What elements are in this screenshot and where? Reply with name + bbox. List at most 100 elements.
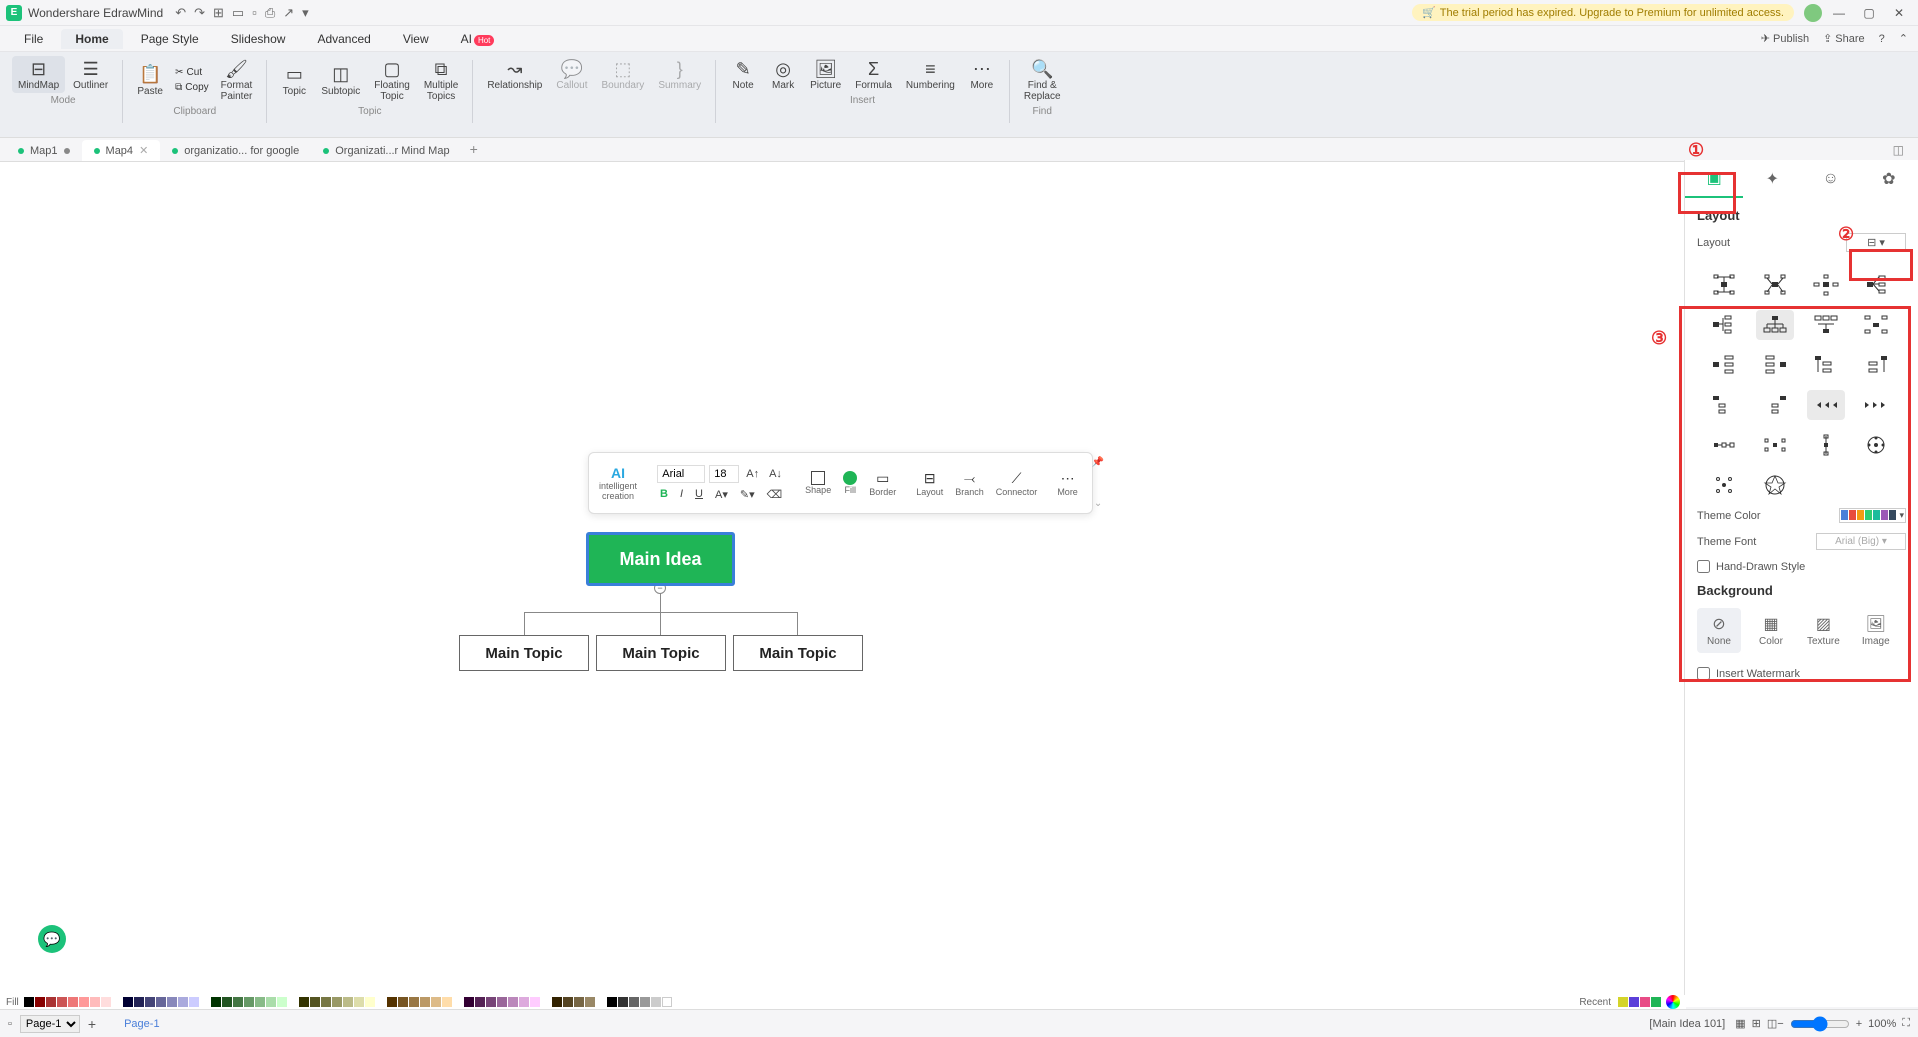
publish-button[interactable]: ✈ Publish [1761, 32, 1809, 45]
export-icon[interactable]: ↗ [283, 5, 294, 21]
highlight-button[interactable]: ✎▾ [737, 487, 758, 502]
ai-creation-button[interactable]: AI intelligent creation [595, 457, 641, 509]
doctab-map4[interactable]: Map4✕ [82, 140, 161, 161]
layout-opt-22[interactable] [1756, 470, 1794, 500]
color-swatch[interactable] [409, 997, 419, 1007]
shape-button[interactable]: Shape [801, 457, 835, 509]
chat-assistant-button[interactable]: 💬 [38, 925, 66, 953]
color-swatch[interactable] [46, 997, 56, 1007]
callout-button[interactable]: 💬Callout [550, 56, 593, 93]
color-swatch[interactable] [497, 997, 507, 1007]
color-swatch[interactable] [574, 997, 584, 1007]
color-swatch[interactable] [222, 997, 232, 1007]
main-topic-2[interactable]: Main Topic [596, 635, 726, 671]
color-swatch[interactable] [255, 997, 265, 1007]
color-swatch[interactable] [57, 997, 67, 1007]
new-tab-button[interactable]: + [462, 137, 486, 161]
color-swatch[interactable] [189, 997, 199, 1007]
recent-swatch[interactable] [1651, 997, 1661, 1007]
font-size-select[interactable] [709, 465, 739, 483]
collapse-toolbar-icon[interactable]: ⌄ [1094, 498, 1102, 509]
color-swatch[interactable] [68, 997, 78, 1007]
color-swatch[interactable] [640, 997, 650, 1007]
layout-opt-2[interactable] [1756, 270, 1794, 300]
color-swatch[interactable] [442, 997, 452, 1007]
redo-icon[interactable]: ↷ [194, 5, 205, 21]
border-button[interactable]: ▭Border [865, 457, 900, 509]
main-idea-node[interactable]: Main Idea [586, 532, 735, 586]
clear-format-button[interactable]: ⌫ [764, 487, 786, 502]
font-color-button[interactable]: A▾ [712, 487, 731, 502]
subtopic-button[interactable]: ◫Subtopic [315, 56, 366, 104]
new-icon[interactable]: ⊞ [213, 5, 224, 21]
picture-button[interactable]: 🖼Picture [804, 56, 847, 93]
floating-topic-button[interactable]: ▢Floating Topic [368, 56, 416, 104]
color-swatch[interactable] [365, 997, 375, 1007]
collapse-ribbon-icon[interactable]: ⌃ [1899, 32, 1908, 45]
pages-icon[interactable]: ▫ [8, 1018, 12, 1030]
panel-tab-style[interactable]: ✦ [1743, 160, 1801, 198]
topic-button[interactable]: ▭Topic [275, 56, 313, 104]
theme-font-select[interactable]: Arial (Big) ▾ [1816, 533, 1906, 550]
color-swatch[interactable] [607, 997, 617, 1007]
doctab-org-google[interactable]: organizatio... for google [160, 141, 311, 161]
bg-image-button[interactable]: 🖼Image [1854, 608, 1898, 653]
zoom-out-button[interactable]: − [1777, 1018, 1783, 1030]
canvas[interactable]: − Main Idea Main Topic Main Topic Main T… [0, 162, 1686, 1007]
save-icon[interactable]: ▫ [252, 5, 257, 21]
layout-dropdown[interactable]: ⊟ ▾ [1846, 233, 1906, 252]
more-toolbar-button[interactable]: ⋯More [1053, 457, 1082, 509]
page-select[interactable]: Page-1 [20, 1015, 80, 1033]
color-swatch[interactable] [211, 997, 221, 1007]
color-swatch[interactable] [233, 997, 243, 1007]
color-swatch[interactable] [563, 997, 573, 1007]
view-mode-2-icon[interactable]: ⊞ [1752, 1017, 1761, 1030]
layout-button-toolbar[interactable]: ⊟Layout [912, 457, 947, 509]
main-topic-1[interactable]: Main Topic [459, 635, 589, 671]
color-swatch[interactable] [662, 997, 672, 1007]
layout-opt-21[interactable] [1705, 470, 1743, 500]
bg-none-button[interactable]: ⊘None [1697, 608, 1741, 653]
note-button[interactable]: ✎Note [724, 56, 762, 93]
menu-slideshow[interactable]: Slideshow [217, 29, 300, 49]
underline-button[interactable]: U [692, 487, 706, 501]
close-button[interactable]: ✕ [1886, 6, 1912, 20]
format-painter-button[interactable]: 🖌Format Painter [215, 56, 259, 104]
color-swatch[interactable] [464, 997, 474, 1007]
more-qat-icon[interactable]: ▾ [302, 5, 309, 21]
hand-drawn-checkbox[interactable] [1697, 560, 1710, 573]
color-swatch[interactable] [475, 997, 485, 1007]
layout-opt-10[interactable] [1756, 350, 1794, 380]
summary-button[interactable]: }Summary [652, 56, 707, 93]
view-mode-1-icon[interactable]: ▦ [1735, 1017, 1745, 1030]
color-swatch[interactable] [167, 997, 177, 1007]
outliner-mode-button[interactable]: ☰Outliner [67, 56, 114, 93]
color-swatch[interactable] [178, 997, 188, 1007]
color-swatch[interactable] [266, 997, 276, 1007]
panel-tab-settings[interactable]: ✿ [1860, 160, 1918, 198]
color-swatch[interactable] [387, 997, 397, 1007]
layout-opt-17[interactable] [1705, 430, 1743, 460]
layout-opt-11[interactable] [1807, 350, 1845, 380]
layout-opt-20[interactable] [1857, 430, 1895, 460]
open-icon[interactable]: ▭ [232, 5, 244, 21]
color-swatch[interactable] [277, 997, 287, 1007]
print-icon[interactable]: ⎙ [265, 5, 275, 21]
menu-ai[interactable]: AIHot [447, 29, 509, 49]
main-topic-3[interactable]: Main Topic [733, 635, 863, 671]
menu-view[interactable]: View [389, 29, 443, 49]
color-swatch[interactable] [134, 997, 144, 1007]
recent-swatch[interactable] [1629, 997, 1639, 1007]
panel-tab-theme[interactable]: ☺ [1802, 160, 1860, 198]
color-swatch[interactable] [508, 997, 518, 1007]
fullscreen-icon[interactable]: ⛶ [1902, 1017, 1910, 1030]
bg-color-button[interactable]: ▦Color [1749, 608, 1793, 653]
mark-button[interactable]: ◎Mark [764, 56, 802, 93]
trial-banner[interactable]: 🛒 The trial period has expired. Upgrade … [1412, 4, 1794, 21]
fill-button[interactable]: Fill [839, 457, 861, 509]
color-swatch[interactable] [35, 997, 45, 1007]
toggle-panel-icon[interactable]: ◫ [1885, 139, 1912, 161]
color-swatch[interactable] [343, 997, 353, 1007]
watermark-checkbox[interactable] [1697, 667, 1710, 680]
copy-button[interactable]: ⧉ Copy [171, 81, 213, 94]
